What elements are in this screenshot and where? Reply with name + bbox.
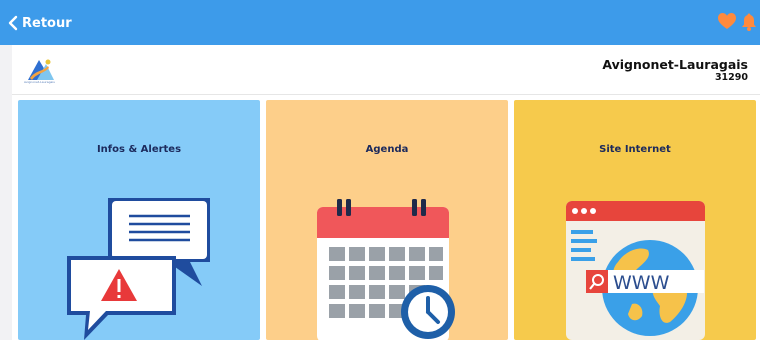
tile-agenda[interactable]: Agenda — [266, 100, 508, 340]
chat-alert-icon — [67, 198, 210, 340]
tile-label: Agenda — [365, 144, 409, 155]
tile-label: Site Internet — [599, 144, 671, 155]
top-bar: Retour — [0, 0, 760, 45]
postal-code: 31290 — [714, 72, 748, 83]
tile-infos-alertes[interactable]: Infos & Alertes — [18, 100, 260, 340]
chevron-left-icon — [8, 15, 18, 31]
svg-text:WWW: WWW — [613, 272, 670, 294]
tile-label: Infos & Alertes — [96, 144, 182, 155]
heart-icon[interactable] — [718, 13, 736, 30]
back-label: Retour — [22, 15, 72, 31]
back-button[interactable]: Retour — [8, 14, 72, 32]
tile-site-internet[interactable]: WWW Site Internet — [514, 100, 756, 340]
town-header: Avignonet-Lauragais Avignonet-Lauragais … — [12, 45, 760, 95]
town-name: Avignonet-Lauragais — [602, 57, 748, 72]
website-globe-icon: WWW — [566, 201, 705, 340]
logo-caption: Avignonet-Lauragais — [24, 80, 55, 84]
calendar-clock-icon — [317, 199, 455, 340]
main-panel: Avignonet-Lauragais Avignonet-Lauragais … — [12, 45, 760, 340]
town-info: Avignonet-Lauragais 31290 — [602, 58, 748, 84]
bell-icon[interactable] — [742, 13, 756, 31]
